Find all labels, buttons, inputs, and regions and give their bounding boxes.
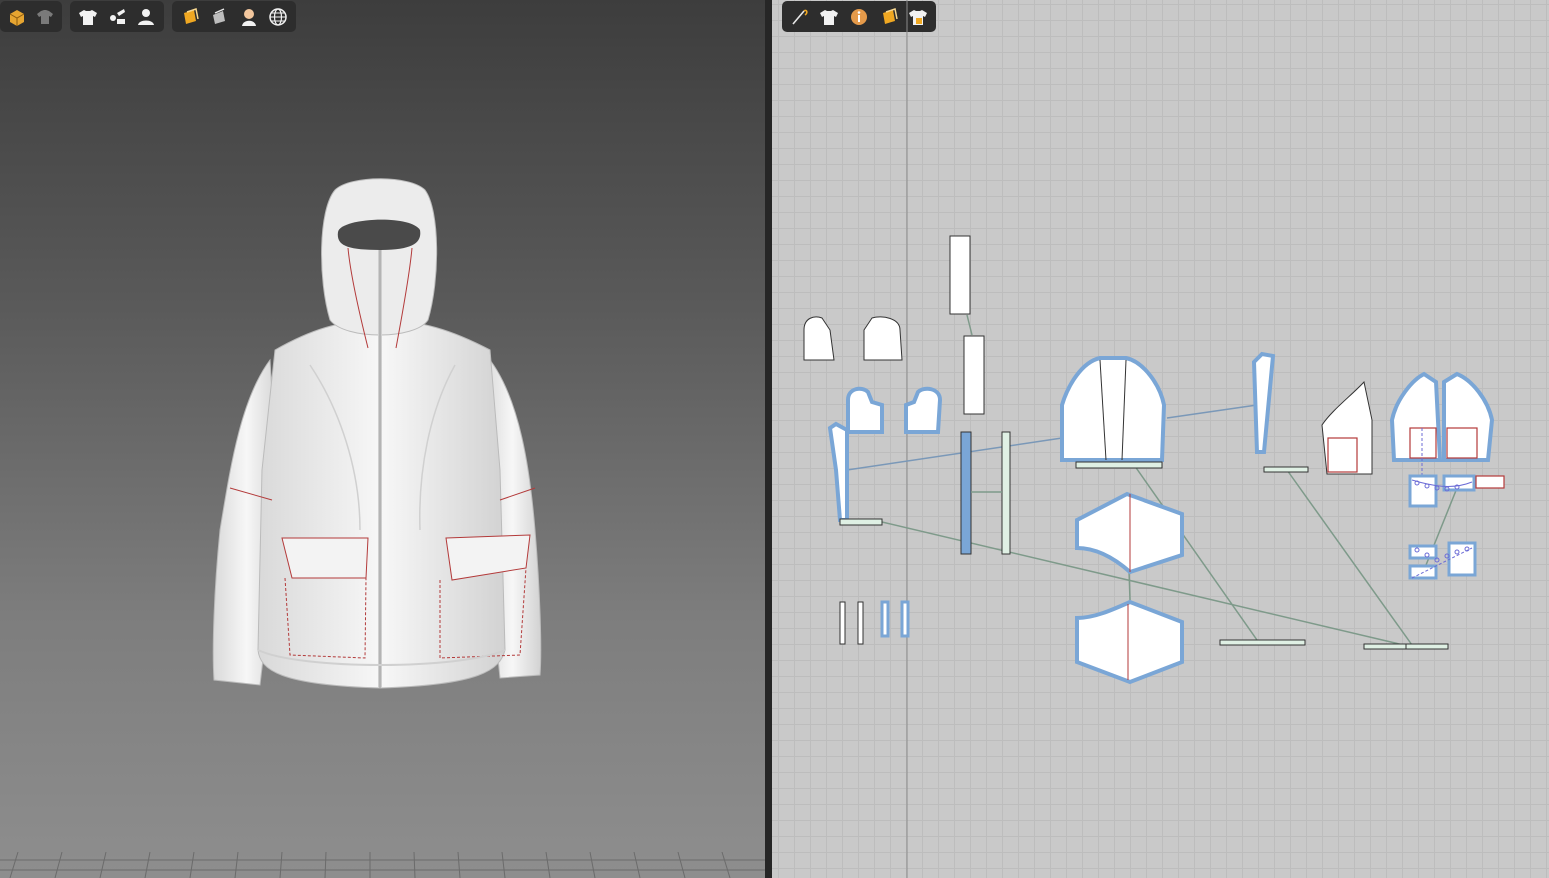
tshirt-icon[interactable] — [76, 5, 99, 29]
texture-icon[interactable] — [178, 5, 202, 29]
pattern-piece-hood-left[interactable] — [803, 316, 835, 361]
floor-grid — [0, 852, 765, 878]
pattern-piece-hood-side-right[interactable] — [904, 386, 943, 434]
pattern-piece-tab-1[interactable] — [839, 601, 846, 645]
2d-pattern-viewport[interactable] — [772, 0, 1549, 878]
3d-toolbar-render — [172, 1, 296, 32]
pattern-piece-side-front[interactable] — [1321, 380, 1373, 475]
pattern-piece-front-facing[interactable] — [827, 421, 849, 522]
pattern-piece-sleeve-lower[interactable] — [1075, 599, 1184, 685]
pattern-piece-cuff-strip[interactable] — [1219, 639, 1306, 646]
pattern-piece-band-3[interactable] — [1263, 466, 1309, 473]
avatar-show-icon[interactable] — [135, 5, 158, 29]
pattern-piece-tab-4[interactable] — [900, 600, 910, 638]
pattern-piece-narrow-facing[interactable] — [1251, 351, 1276, 454]
pattern-piece-back-body[interactable] — [1060, 356, 1167, 462]
pattern-piece-back-hem[interactable] — [1075, 461, 1163, 469]
pattern-piece-pocket-bag-2[interactable] — [1447, 541, 1477, 577]
pattern-piece-strip-2[interactable] — [963, 335, 985, 415]
pattern-piece-pocket-flap-2[interactable] — [1475, 475, 1505, 489]
globe-icon[interactable] — [267, 5, 291, 29]
avatar-box-icon[interactable] — [6, 5, 28, 29]
fold-arrange-icon[interactable] — [105, 5, 128, 29]
pattern-piece-zipper-right[interactable] — [1001, 431, 1011, 555]
pattern-piece-front-right[interactable] — [1442, 371, 1495, 462]
pattern-piece-zipper-left[interactable] — [960, 431, 972, 555]
pattern-piece-hood-right[interactable] — [863, 316, 903, 361]
pattern-piece-band-1[interactable] — [1363, 643, 1407, 650]
pattern-canvas[interactable] — [772, 0, 1549, 878]
garment-dark-icon[interactable] — [34, 5, 56, 29]
3d-viewport[interactable] — [0, 0, 765, 878]
3d-garment-jacket[interactable] — [200, 170, 560, 700]
pattern-piece-strip-1[interactable] — [949, 235, 971, 315]
3d-toolbar-garment — [70, 1, 164, 32]
pattern-piece-tab-2[interactable] — [857, 601, 864, 645]
pattern-piece-tab-3[interactable] — [880, 600, 890, 638]
3d-toolbar-display — [0, 1, 62, 32]
pattern-piece-front-left[interactable] — [1389, 371, 1443, 462]
viewport-splitter[interactable] — [765, 0, 772, 878]
pattern-piece-pocket-flap-3[interactable] — [1408, 544, 1438, 560]
pattern-piece-band-2[interactable] — [1405, 643, 1449, 650]
pattern-piece-hood-side-left[interactable] — [846, 386, 884, 434]
skin-icon[interactable] — [237, 5, 261, 29]
pattern-piece-facing-strip[interactable] — [839, 518, 883, 526]
flat-texture-icon[interactable] — [208, 5, 232, 29]
